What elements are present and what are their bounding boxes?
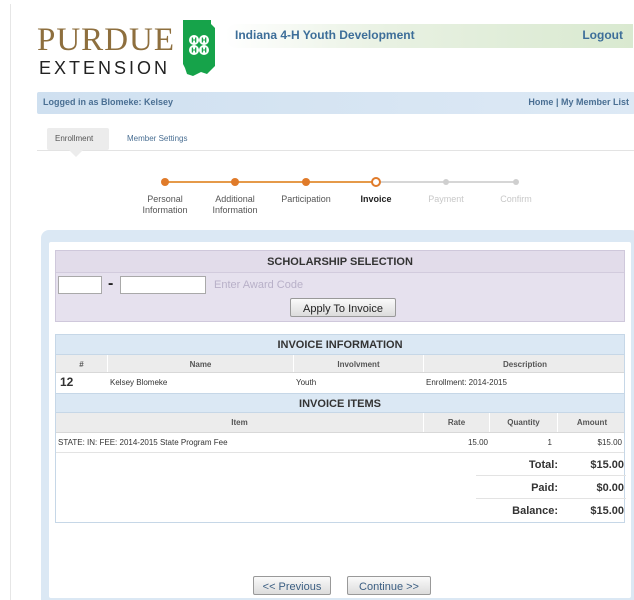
site-title-bar: Indiana 4-H Youth Development Logout [225, 24, 633, 48]
tab-divider [37, 150, 634, 151]
step-label-personal: Personal Information [125, 194, 205, 216]
step-dot-payment [443, 179, 449, 185]
col-number: # [56, 355, 108, 372]
scholarship-title: SCHOLARSHIP SELECTION [56, 251, 624, 273]
purdue-extension-logo[interactable]: PURDUE EXTENSION H H H H [37, 18, 217, 88]
step-label-additional: Additional Information [195, 194, 275, 216]
paid-row: Paid: $0.00 [56, 476, 626, 499]
step-label-line: Information [212, 205, 258, 215]
user-bar: Logged in as Blomeke: Kelsey Home | My M… [37, 92, 634, 114]
award-code-prefix-input[interactable] [58, 276, 102, 294]
svg-text:H: H [191, 47, 197, 55]
invoice-header-row: # Name Involvment Description [56, 355, 624, 373]
step-label-payment: Payment [406, 194, 486, 205]
indiana-clover-icon: H H H H [183, 20, 215, 76]
link-separator: | [555, 97, 559, 107]
col-description: Description [502, 360, 547, 369]
total-value: $15.00 [590, 459, 624, 471]
total-row: Total: $15.00 [56, 453, 626, 476]
step-label-line: Invoice [360, 194, 392, 204]
main-panel: SCHOLARSHIP SELECTION - Enter Award Code… [41, 230, 634, 600]
code-dash: - [108, 275, 114, 292]
paid-value: $0.00 [596, 482, 624, 494]
award-code-input[interactable] [120, 276, 206, 294]
step-label-line: Payment [428, 194, 464, 204]
scholarship-section: SCHOLARSHIP SELECTION - Enter Award Code… [55, 250, 625, 322]
items-header-row: Item Rate Quantity Amount [56, 413, 624, 433]
logo-extension-text: EXTENSION [39, 58, 171, 78]
balance-label: Balance: [512, 505, 558, 517]
col-amount: Amount [576, 418, 608, 427]
step-label-invoice: Invoice [336, 194, 416, 205]
progress-line-done [165, 181, 375, 183]
invoice-description: Enrollment: 2014-2015 [426, 378, 507, 387]
previous-button[interactable]: << Previous [253, 576, 331, 595]
step-label-line: Personal [147, 194, 183, 204]
invoice-table: INVOICE INFORMATION # Name Involvment De… [55, 334, 626, 523]
my-member-list-link[interactable]: My Member List [561, 97, 629, 107]
invoice-row: 12 Kelsey Blomeke Youth Enrollment: 2014… [56, 373, 624, 393]
apply-to-invoice-button[interactable]: Apply To Invoice [290, 298, 396, 317]
col-item: Item [56, 413, 424, 432]
step-label-line: Information [142, 205, 188, 215]
step-label-line: Additional [215, 194, 255, 204]
paid-label: Paid: [531, 482, 558, 494]
item-amount: $15.00 [597, 438, 622, 447]
award-code-hint: Enter Award Code [214, 279, 304, 291]
col-quantity: Quantity [490, 413, 558, 432]
continue-button[interactable]: Continue >> [347, 576, 431, 595]
step-dot-personal [161, 178, 169, 186]
progress-steps: Personal Information Additional Informat… [131, 172, 551, 222]
logo-purdue-text: PURDUE [37, 22, 176, 58]
invoice-member-name: Kelsey Blomeke [110, 378, 168, 387]
tab-member-settings[interactable]: Member Settings [119, 128, 209, 150]
step-dot-invoice-current [371, 177, 381, 187]
step-dot-participation [302, 178, 310, 186]
step-label-confirm: Confirm [476, 194, 556, 205]
svg-text:H: H [201, 47, 207, 55]
invoice-information-title: INVOICE INFORMATION [56, 335, 624, 355]
step-dot-confirm [513, 179, 519, 185]
balance-value: $15.00 [590, 505, 624, 517]
invoice-number: 12 [60, 375, 74, 389]
svg-text:H: H [191, 37, 197, 45]
user-links: Home | My Member List [528, 97, 629, 107]
col-involvement: Involvment [294, 355, 424, 372]
page: PURDUE EXTENSION H H H H Indiana 4-H You… [10, 4, 634, 600]
tab-enrollment[interactable]: Enrollment [47, 128, 109, 150]
col-name: Name [108, 355, 294, 372]
total-label: Total: [528, 459, 558, 471]
site-title: Indiana 4-H Youth Development [235, 28, 415, 42]
invoice-items-title: INVOICE ITEMS [56, 393, 624, 413]
step-label-participation: Participation [266, 194, 346, 205]
invoice-involvement: Youth [296, 378, 317, 387]
logged-in-label: Logged in as Blomeke: Kelsey [43, 97, 174, 107]
step-label-line: Confirm [500, 194, 532, 204]
item-rate: 15.00 [467, 438, 488, 447]
panel-content: SCHOLARSHIP SELECTION - Enter Award Code… [49, 242, 631, 598]
item-quantity: 1 [547, 438, 552, 447]
step-dot-additional [231, 178, 239, 186]
items-row: STATE: IN: FEE: 2014-2015 State Program … [56, 433, 624, 453]
col-rate: Rate [424, 413, 490, 432]
logout-link[interactable]: Logout [582, 28, 623, 42]
svg-text:H: H [201, 37, 207, 45]
home-link[interactable]: Home [528, 97, 553, 107]
item-description: STATE: IN: FEE: 2014-2015 State Program … [58, 438, 228, 447]
step-label-line: Participation [281, 194, 331, 204]
balance-row: Balance: $15.00 [56, 499, 624, 522]
active-tab-pointer [69, 150, 83, 157]
